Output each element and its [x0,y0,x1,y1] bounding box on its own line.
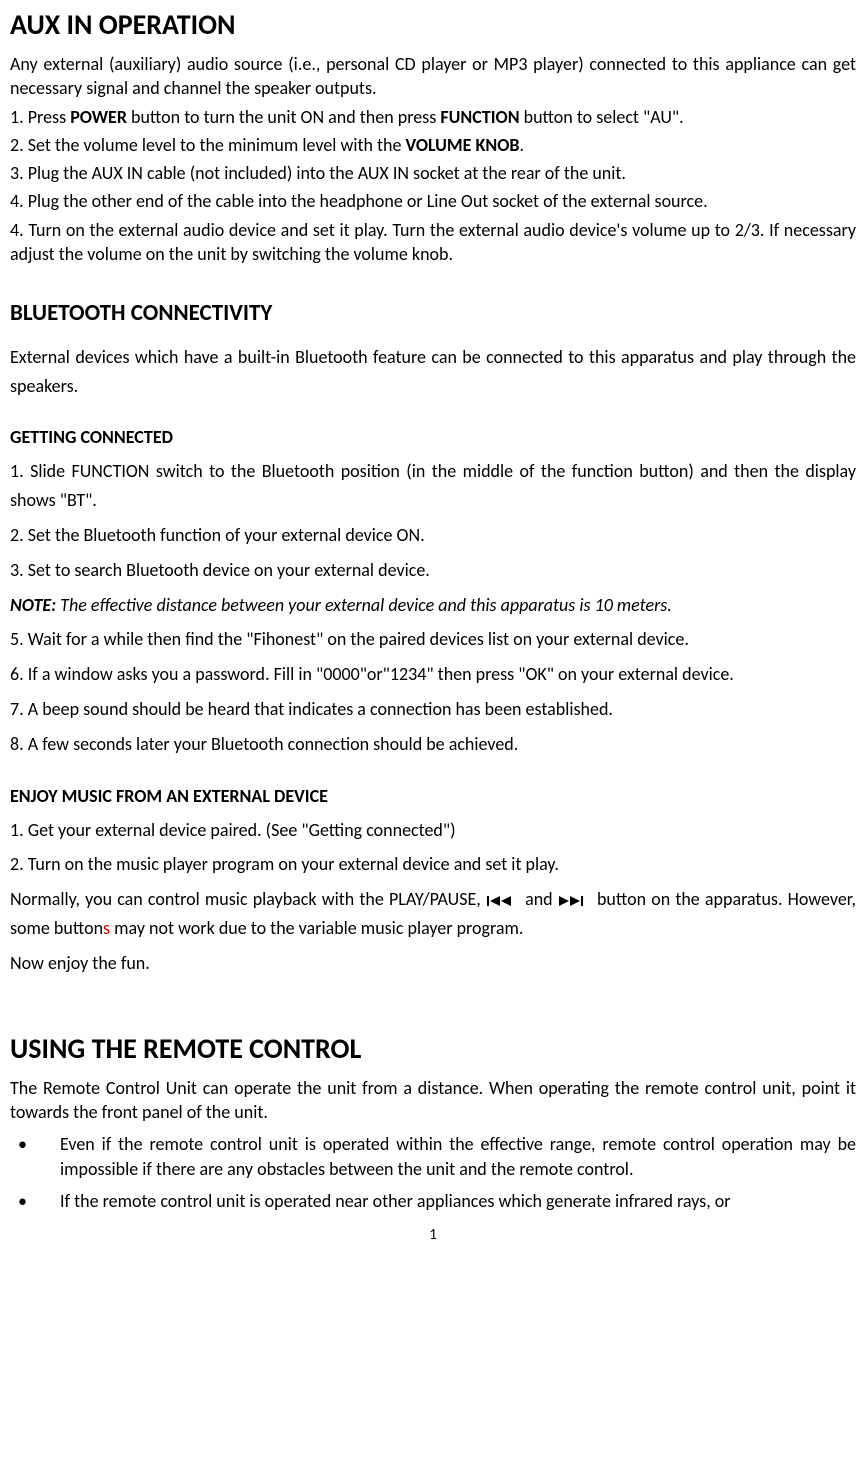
remote-intro: The Remote Control Unit can operate the … [10,1076,856,1125]
section-title-bluetooth: BLUETOOTH CONNECTIVITY [10,296,856,331]
bt-step-6: 6. If a window asks you a password. Fill… [10,660,856,689]
section-title-remote: USING THE REMOTE CONTROL [10,1028,856,1070]
aux-step-1: 1. Press POWER button to turn the unit O… [10,105,856,129]
bt-step-2: 2. Set the Bluetooth function of your ex… [10,521,856,550]
enjoy-step-1: 1. Get your external device paired. (See… [10,816,856,845]
enjoy-step-3: Normally, you can control music playback… [10,885,856,943]
bluetooth-intro: External devices which have a built-in B… [10,343,856,401]
bt-step-3: 3. Set to search Bluetooth device on you… [10,556,856,585]
subsection-enjoy-music: ENJOY MUSIC FROM AN EXTERNAL DEVICE [10,783,856,810]
page-number: 1 [10,1224,856,1247]
remote-bullet-1: Even if the remote control unit is opera… [10,1132,856,1182]
aux-intro: Any external (auxiliary) audio source (i… [10,52,856,101]
skip-back-icon [486,895,520,907]
bt-note: NOTE: The effective distance between you… [10,591,856,620]
bt-step-8: 8. A few seconds later your Bluetooth co… [10,730,856,759]
enjoy-step-4: Now enjoy the fun. [10,949,856,978]
aux-step-3: 3. Plug the AUX IN cable (not included) … [10,161,856,185]
bt-step-7: 7. A beep sound should be heard that ind… [10,695,856,724]
remote-bullet-2: If the remote control unit is operated n… [10,1189,856,1214]
section-title-aux: AUX IN OPERATION [10,4,856,46]
skip-forward-icon [558,895,592,907]
aux-step-4a: 4. Plug the other end of the cable into … [10,189,856,213]
bt-step-5: 5. Wait for a while then find the "Fihon… [10,625,856,654]
enjoy-step-2: 2. Turn on the music player program on y… [10,850,856,879]
remote-bullet-list: Even if the remote control unit is opera… [10,1132,856,1214]
aux-step-4b: 4. Turn on the external audio device and… [10,218,856,267]
bt-step-1: 1. Slide FUNCTION switch to the Bluetoot… [10,457,856,515]
aux-step-2: 2. Set the volume level to the minimum l… [10,133,856,157]
subsection-getting-connected: GETTING CONNECTED [10,424,856,451]
